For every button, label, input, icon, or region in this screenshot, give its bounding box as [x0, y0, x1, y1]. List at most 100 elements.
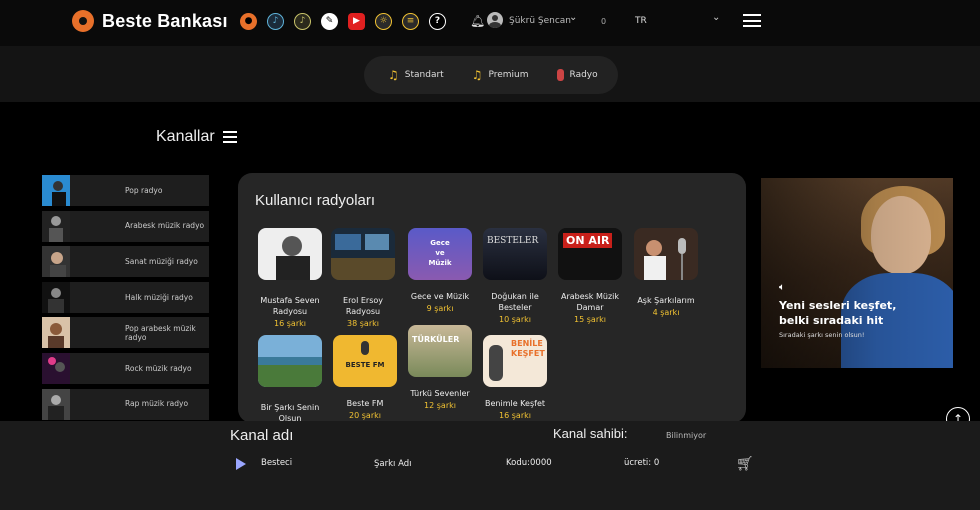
menu-icon[interactable] — [743, 14, 761, 27]
mode-label: Premium — [488, 70, 529, 80]
channel-label: Pop radyo — [125, 185, 163, 195]
disc-icon[interactable]: ● — [240, 13, 257, 30]
radio-tile[interactable]: Gece ve Müzik Gece ve Müzik 9 şarkı — [403, 228, 477, 313]
radio-tile[interactable]: ON AIR Arabesk Müzik Damar 15 şarkı — [553, 228, 627, 324]
channel-item-sanat[interactable]: Sanat müziği radyo — [42, 246, 209, 278]
speaker-icon[interactable]: 🔈︎ — [779, 282, 785, 293]
promo-subtitle: Sıradaki şarkı senin olsun! — [779, 331, 865, 339]
song-fee: ücreti: 0 — [624, 458, 660, 468]
radio-tile[interactable]: BESTE FM Beste FM 20 şarkı — [328, 335, 402, 420]
channel-thumbnail — [42, 388, 70, 420]
card-title: Kullanıcı radyoları — [255, 192, 376, 209]
channel-item-pop[interactable]: Pop radyo — [42, 175, 209, 206]
channel-label: Sanat müziği radyo — [125, 257, 198, 266]
composer-name: Besteci — [261, 458, 293, 468]
channel-item-pop-arabesk[interactable]: Pop arabesk müzik radyo — [42, 317, 209, 349]
channel-item-rock[interactable]: Rock müzik radyo — [42, 352, 209, 384]
channel-label: Pop arabesk müzik radyo — [125, 323, 196, 342]
cart-icon[interactable]: 🛒︎ — [736, 456, 754, 472]
channel-thumbnail — [42, 246, 70, 278]
play-icon[interactable] — [236, 458, 246, 470]
mode-standart[interactable]: ♫ Standart — [388, 68, 444, 82]
microphone-icon — [556, 69, 564, 81]
radio-count: 10 şarkı — [499, 314, 531, 324]
radio-tile[interactable]: TÜRKÜLER Türkü Sevenler 12 şarkı — [403, 325, 477, 410]
radio-cover — [258, 335, 322, 387]
radio-name: Mustafa Seven Radyosu — [260, 296, 320, 316]
promo-title: Yeni sesleri keşfet, belki sıradaki hit — [779, 299, 897, 327]
radio-cover: BESTELER — [483, 228, 547, 280]
language-select[interactable]: TR — [635, 16, 647, 26]
microphone-icon — [361, 341, 369, 355]
channel-item-halk[interactable]: Halk müziği radyo — [42, 281, 209, 313]
channels-title: Kanallar — [156, 128, 215, 145]
channel-item-arabesk[interactable]: Arabesk müzik radyo — [42, 210, 209, 242]
radio-tile[interactable]: Bir Şarkı Senin Olsun — [253, 335, 327, 423]
radio-name: Bir Şarkı Senin Olsun — [260, 403, 320, 423]
radio-name: Gece ve Müzik — [410, 292, 470, 301]
microphone-icon — [489, 345, 503, 381]
radio-tile[interactable]: Aşk Şarkılarım 4 şarkı — [629, 228, 703, 317]
brand-logo[interactable]: Beste Bankası — [72, 10, 228, 32]
radio-name: Beste FM — [346, 399, 384, 408]
radio-tile[interactable]: Mustafa Seven Radyosu 16 şarkı — [253, 228, 327, 328]
channel-item-rap[interactable]: Rap müzik radyo — [42, 388, 209, 420]
chevron-down-icon[interactable]: ⌄ — [569, 12, 577, 23]
radio-tile[interactable]: BENİLE KEŞFET Benimle Keşfet 16 şarkı — [478, 335, 552, 420]
music-note-icon: ♫ — [471, 68, 483, 82]
channel-thumbnail — [42, 210, 70, 242]
promo-banner[interactable]: 🔈︎ Yeni sesleri keşfet, belki sıradaki h… — [761, 178, 953, 368]
channel-thumbnail — [42, 317, 70, 349]
cover-text: ON AIR — [563, 233, 613, 248]
brand-name: Beste Bankası — [102, 10, 228, 31]
avatar[interactable] — [487, 12, 503, 28]
help-icon[interactable]: ? — [429, 13, 446, 30]
radio-name: Türkü Sevenler — [410, 389, 470, 398]
lyrics-icon[interactable]: ≡ — [402, 13, 419, 30]
cover-text: TÜRKÜLER — [412, 335, 460, 344]
bell-icon[interactable]: 🔔︎ — [470, 14, 485, 28]
channel-label: Rap müzik radyo — [125, 399, 189, 409]
lightbulb-icon[interactable]: ☼ — [375, 13, 392, 30]
mode-premium[interactable]: ♫ Premium — [472, 68, 529, 82]
mode-radyo[interactable]: Radyo — [556, 69, 598, 81]
music-note-icon[interactable]: ♪ — [294, 13, 311, 30]
channel-name: Kanal adı — [230, 427, 294, 444]
radio-name: Aşk Şarkılarım — [637, 296, 695, 305]
youtube-icon[interactable]: ▶ — [348, 13, 365, 30]
radio-cover: BESTE FM — [333, 335, 397, 387]
mode-bar-section: ♫ Standart ♫ Premium Radyo — [0, 46, 980, 102]
radio-count: 16 şarkı — [274, 318, 306, 328]
disc-icon — [72, 10, 94, 32]
music-note-icon[interactable]: ♪ — [267, 13, 284, 30]
channel-label: Halk müziği radyo — [125, 292, 193, 302]
radio-count: 9 şarkı — [426, 303, 454, 313]
chevron-down-icon[interactable]: ⌄ — [712, 12, 720, 23]
music-note-icon: ♫ — [388, 68, 399, 82]
user-radios-card: Kullanıcı radyoları Mustafa Seven Radyos… — [238, 173, 746, 423]
channel-label: Rock müzik radyo — [125, 363, 192, 373]
radio-name: Benimle Keşfet — [485, 399, 545, 408]
mode-label: Radyo — [569, 70, 598, 80]
radio-cover: ON AIR — [558, 228, 622, 280]
list-icon — [222, 131, 237, 143]
channel-thumbnail — [42, 175, 70, 206]
cover-text: Gece ve Müzik — [428, 239, 452, 267]
radio-count: 4 şarkı — [652, 307, 680, 317]
user-name[interactable]: Şükrü Şencan — [509, 16, 571, 26]
radio-cover: BENİLE KEŞFET — [483, 335, 547, 387]
radio-cover: TÜRKÜLER — [408, 325, 472, 377]
channels-heading[interactable]: Kanallar — [156, 128, 237, 146]
channel-thumbnail — [42, 281, 70, 313]
radio-tile[interactable]: Erol Ersoy Radyosu 38 şarkı — [326, 228, 400, 328]
song-code: Kodu:0000 — [506, 458, 552, 468]
song-name: Şarkı Adı — [374, 459, 412, 469]
radio-cover: Gece ve Müzik — [408, 228, 472, 280]
pen-icon[interactable]: ✎ — [321, 13, 338, 30]
radio-count: 12 şarkı — [424, 400, 456, 410]
channel-owner-value: Bilinmiyor — [666, 431, 707, 440]
cover-text: BESTE FM — [345, 361, 385, 369]
top-header: Beste Bankası ● ♪ ♪ ✎ ▶ ☼ ≡ ? 🔔︎ Şükrü Ş… — [0, 0, 980, 46]
radio-tile[interactable]: BESTELER Doğukan ile Besteler 10 şarkı — [478, 228, 552, 324]
mode-label: Standart — [404, 70, 444, 80]
